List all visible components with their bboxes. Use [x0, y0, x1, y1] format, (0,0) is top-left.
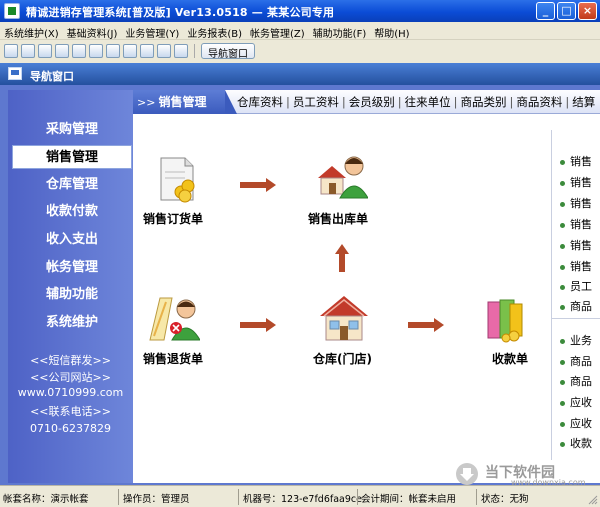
minimize-button[interactable]: _: [536, 2, 555, 20]
close-button[interactable]: ×: [578, 2, 597, 20]
right-link[interactable]: 应收: [560, 394, 592, 410]
right-panel-divider: [552, 318, 600, 319]
menu-accounts[interactable]: 帐务管理(Z): [246, 22, 309, 40]
main-panel: [133, 90, 600, 483]
right-link[interactable]: 收款: [560, 435, 592, 451]
toolbar: 导航窗口: [0, 41, 600, 61]
status-machine: 机器号：123-e7fd6faa9ce: [243, 494, 362, 505]
receipt-icon[interactable]: [484, 296, 528, 344]
sidebar-item-accounts[interactable]: 帐务管理: [12, 256, 132, 280]
website-link[interactable]: <<公司网站>>: [8, 369, 133, 385]
arrow-right-icon: [408, 318, 444, 332]
warehouse-store-icon[interactable]: [318, 294, 370, 342]
sidebar-item-warehouse[interactable]: 仓库管理: [12, 173, 132, 197]
phone-number: 0710-6237829: [30, 422, 111, 435]
help-icon[interactable]: [157, 44, 171, 58]
window-icon[interactable]: [4, 44, 18, 58]
sidebar-item-purchase[interactable]: 采购管理: [12, 118, 132, 142]
sidebar-item-income[interactable]: 收入支出: [12, 228, 132, 252]
watermark: 当下软件园 www.downxia.com: [455, 462, 600, 487]
maximize-button[interactable]: □: [557, 2, 576, 20]
sales-order-label[interactable]: 销售订货单: [143, 210, 203, 227]
right-link[interactable]: 销售: [560, 153, 592, 169]
tab-product-data[interactable]: 商品资料: [513, 94, 565, 110]
tab-staff-data[interactable]: 员工资料: [290, 94, 342, 110]
sms-link[interactable]: <<短信群发>>: [8, 352, 133, 368]
menu-business[interactable]: 业务管理(Y): [121, 22, 183, 40]
window-icon: [8, 67, 22, 80]
phone-link[interactable]: <<联系电话>>: [8, 403, 133, 419]
receipt-label[interactable]: 收款单: [492, 350, 528, 367]
folder-icon[interactable]: [106, 44, 120, 58]
tab-member-level[interactable]: 会员级别: [346, 94, 398, 110]
right-link[interactable]: 业务: [560, 332, 592, 348]
arrow-right-icon: [240, 178, 276, 192]
toolbar-divider: [194, 44, 195, 58]
menu-system[interactable]: 系统维护(X): [0, 22, 63, 40]
download-icon: [456, 463, 478, 485]
right-link[interactable]: 商品: [560, 373, 592, 389]
sidebar-item-auxiliary[interactable]: 辅助功能: [12, 283, 132, 307]
sidebar-item-payments[interactable]: 收款付款: [12, 200, 132, 224]
title-bar: 精诚进销存管理系统[普及版] Ver13.0518 — 某某公司专用 _ □ ×: [0, 0, 600, 22]
right-link[interactable]: 销售: [560, 237, 592, 253]
right-link[interactable]: 销售: [560, 258, 592, 274]
nav-window-title: 导航窗口: [30, 70, 74, 83]
sales-outbound-label[interactable]: 销售出库单: [308, 210, 368, 227]
arrow-right-icon: [240, 318, 276, 332]
sidebar-item-sales[interactable]: 销售管理: [12, 145, 132, 169]
tab-strip: >> 销售管理 仓库资料 | 员工资料 | 会员级别 | 往来单位 | 商品类别 | 商品资…: [133, 90, 600, 114]
sales-return-icon[interactable]: [148, 296, 200, 342]
right-link[interactable]: 销售: [560, 174, 592, 190]
website-url[interactable]: www.0710999.com: [8, 386, 133, 399]
section-title: 销售管理: [158, 95, 207, 109]
menu-basic-data[interactable]: 基础资料(J): [63, 22, 122, 40]
menu-auxiliary[interactable]: 辅助功能(F): [309, 22, 371, 40]
tab-settlement[interactable]: 结算: [569, 94, 598, 110]
arrow-up-icon: [335, 244, 349, 272]
right-link[interactable]: 销售: [560, 216, 592, 232]
sales-outbound-icon[interactable]: [316, 152, 368, 202]
sales-return-label[interactable]: 销售退货单: [143, 350, 203, 367]
warehouse-icon[interactable]: [72, 44, 86, 58]
warehouse-store-label[interactable]: 仓库(门店): [313, 350, 372, 367]
right-link[interactable]: 商品: [560, 298, 592, 314]
tab-warehouse-data[interactable]: 仓库资料: [234, 94, 286, 110]
menu-reports[interactable]: 业务报表(B): [183, 22, 246, 40]
nav-window-header: 导航窗口: [0, 63, 600, 85]
status-operator: 操作员：管理员: [123, 494, 190, 505]
tab-product-category[interactable]: 商品类别: [458, 94, 510, 110]
right-link[interactable]: 商品: [560, 353, 592, 369]
sales-icon[interactable]: [55, 44, 69, 58]
menu-bar: 系统维护(X) 基础资料(J) 业务管理(Y) 业务报表(B) 帐务管理(Z) …: [0, 22, 600, 40]
right-link[interactable]: 员工: [560, 278, 592, 294]
status-bar: 帐套名称：演示帐套 操作员：管理员 机器号：123-e7fd6faa9ce 会计…: [0, 485, 600, 507]
window-title: 精诚进销存管理系统[普及版] Ver13.0518 — 某某公司专用: [26, 6, 335, 19]
sidebar-item-system[interactable]: 系统维护: [12, 311, 132, 335]
menu-help[interactable]: 帮助(H): [370, 22, 413, 40]
right-link[interactable]: 销售: [560, 195, 592, 211]
tab-partners[interactable]: 往来单位: [402, 94, 454, 110]
section-prefix: >>: [137, 96, 156, 109]
status-state: 状态：无狗: [481, 494, 529, 505]
resize-grip-icon[interactable]: [586, 493, 598, 505]
status-account: 帐套名称：演示帐套: [3, 494, 89, 505]
right-link[interactable]: 应收: [560, 415, 592, 431]
nav-window-button[interactable]: 导航窗口: [201, 43, 255, 60]
exit-icon[interactable]: [174, 44, 188, 58]
print-icon[interactable]: [140, 44, 154, 58]
app-icon: [4, 3, 20, 19]
save-icon[interactable]: [123, 44, 137, 58]
status-period: 会计期间：帐套未启用: [361, 494, 457, 505]
money-icon[interactable]: [89, 44, 103, 58]
sales-order-icon[interactable]: [155, 156, 199, 204]
cart-icon[interactable]: [38, 44, 52, 58]
list-icon[interactable]: [21, 44, 35, 58]
current-section: >> 销售管理: [133, 90, 237, 114]
